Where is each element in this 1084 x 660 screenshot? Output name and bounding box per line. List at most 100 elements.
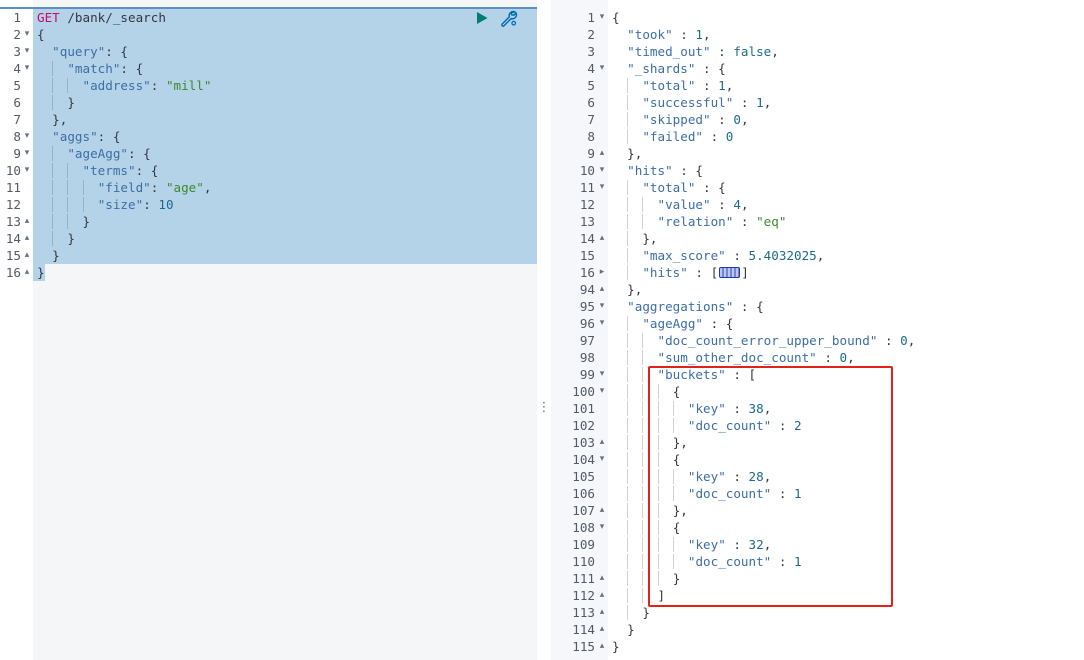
request-editor[interactable]: 1 GET /bank/_search 2 ▾{3 ▾ "query": {4 ▾ "ma… — [0, 0, 537, 660]
code-line[interactable]: 2 ▾ { — [0, 26, 537, 43]
code-line[interactable]: 10 ▾ "terms": { — [0, 162, 537, 179]
fold-end-icon[interactable]: ▴ — [22, 213, 32, 230]
code-content[interactable]: }, — [33, 111, 537, 128]
fold-end-icon[interactable]: ▴ — [597, 604, 607, 621]
code-content[interactable]: } — [608, 570, 680, 587]
code-content[interactable]: "value" : 4, — [608, 196, 749, 213]
fold-end-icon[interactable]: ▴ — [22, 230, 32, 247]
code-line[interactable]: 10 ▾ "hits" : { — [551, 162, 1084, 179]
code-content[interactable]: "timed_out" : false, — [608, 43, 779, 60]
code-line[interactable]: 109 "key" : 32, — [551, 536, 1084, 553]
request-settings-button[interactable] — [499, 9, 518, 27]
code-content[interactable]: }, — [608, 502, 688, 519]
code-line[interactable]: 12 "size": 10 — [0, 196, 537, 213]
fold-collapsed-icon[interactable]: ▸ — [597, 264, 607, 281]
code-content[interactable]: "query": { — [33, 43, 537, 60]
code-content[interactable]: "total" : { — [608, 179, 726, 196]
code-line[interactable]: 96 ▾ "ageAgg" : { — [551, 315, 1084, 332]
code-line[interactable]: 9 ▾ "ageAgg": { — [0, 145, 537, 162]
code-line[interactable]: 111 ▴ } — [551, 570, 1084, 587]
code-line[interactable]: 15 "max_score" : 5.4032025, — [551, 247, 1084, 264]
code-line[interactable]: 1 ▾ { — [551, 9, 1084, 26]
code-content[interactable]: "terms": { — [33, 162, 537, 179]
code-content[interactable]: }, — [608, 145, 642, 162]
code-line[interactable]: 114 ▴ } — [551, 621, 1084, 638]
fold-open-icon[interactable]: ▾ — [597, 162, 607, 179]
panel-resizer[interactable]: ⋮ — [537, 0, 551, 660]
code-content[interactable]: "failed" : 0 — [608, 128, 733, 145]
fold-end-icon[interactable]: ▴ — [22, 264, 32, 281]
code-line[interactable]: 5 "total" : 1, — [551, 77, 1084, 94]
code-line[interactable]: 106 "doc_count" : 1 — [551, 485, 1084, 502]
code-content[interactable]: { — [608, 383, 680, 400]
code-content[interactable]: "buckets" : [ — [608, 366, 756, 383]
code-line[interactable]: 6 } — [0, 94, 537, 111]
fold-end-icon[interactable]: ▴ — [597, 502, 607, 519]
code-content[interactable]: "address": "mill" — [33, 77, 537, 94]
code-content[interactable]: "key" : 32, — [608, 536, 771, 553]
code-line[interactable]: 4 ▾ "match": { — [0, 60, 537, 77]
code-content[interactable]: } — [33, 94, 537, 111]
fold-open-icon[interactable]: ▾ — [597, 383, 607, 400]
code-content[interactable]: "aggs": { — [33, 128, 537, 145]
code-line[interactable]: 95 ▾ "aggregations" : { — [551, 298, 1084, 315]
fold-open-icon[interactable]: ▾ — [22, 145, 32, 162]
collapsed-fold-widget[interactable] — [719, 267, 741, 278]
code-content[interactable]: "successful" : 1, — [608, 94, 771, 111]
code-content[interactable]: "match": { — [33, 60, 537, 77]
fold-end-icon[interactable]: ▴ — [597, 230, 607, 247]
fold-open-icon[interactable]: ▾ — [597, 179, 607, 196]
code-content[interactable]: "doc_count" : 2 — [608, 417, 802, 434]
fold-end-icon[interactable]: ▴ — [597, 587, 607, 604]
code-content[interactable]: { — [608, 451, 680, 468]
fold-open-icon[interactable]: ▾ — [597, 451, 607, 468]
code-content[interactable]: } — [33, 213, 537, 230]
code-content[interactable]: { — [33, 26, 537, 43]
code-content[interactable]: "doc_count" : 1 — [608, 553, 802, 570]
code-content[interactable]: "field": "age", — [33, 179, 537, 196]
code-line[interactable]: 16 ▴} — [0, 264, 537, 281]
fold-end-icon[interactable]: ▴ — [597, 638, 607, 655]
code-content[interactable]: "total" : 1, — [608, 77, 733, 94]
code-content[interactable]: "relation" : "eq" — [608, 213, 786, 230]
code-content[interactable]: { — [608, 519, 680, 536]
code-content[interactable]: "key" : 28, — [608, 468, 771, 485]
code-content[interactable]: ] — [608, 587, 665, 604]
code-line[interactable]: 110 "doc_count" : 1 — [551, 553, 1084, 570]
code-content[interactable]: "doc_count_error_upper_bound" : 0, — [608, 332, 915, 349]
code-line[interactable]: 12 "value" : 4, — [551, 196, 1084, 213]
fold-end-icon[interactable]: ▴ — [597, 434, 607, 451]
code-line[interactable]: 102 "doc_count" : 2 — [551, 417, 1084, 434]
fold-open-icon[interactable]: ▾ — [597, 519, 607, 536]
code-content[interactable]: "doc_count" : 1 — [608, 485, 802, 502]
code-content[interactable]: { — [608, 9, 620, 26]
code-line[interactable]: 2 "took" : 1, — [551, 26, 1084, 43]
code-line[interactable]: 107 ▴ }, — [551, 502, 1084, 519]
code-content[interactable]: } — [608, 621, 635, 638]
code-content[interactable]: }, — [608, 434, 688, 451]
code-line[interactable]: 4 ▾ "_shards" : { — [551, 60, 1084, 77]
code-content[interactable]: }, — [608, 230, 658, 247]
code-content[interactable]: "aggregations" : { — [608, 298, 764, 315]
fold-end-icon[interactable]: ▴ — [22, 247, 32, 264]
code-line[interactable]: 3 ▾ "query": { — [0, 43, 537, 60]
fold-open-icon[interactable]: ▾ — [597, 366, 607, 383]
code-content[interactable]: } — [608, 604, 650, 621]
code-line[interactable]: 14 ▴ } — [0, 230, 537, 247]
code-content[interactable]: "ageAgg": { — [33, 145, 537, 162]
fold-open-icon[interactable]: ▾ — [597, 315, 607, 332]
code-line[interactable]: 101 "key" : 38, — [551, 400, 1084, 417]
fold-open-icon[interactable]: ▾ — [597, 298, 607, 315]
code-line[interactable]: 105 "key" : 28, — [551, 468, 1084, 485]
code-line[interactable]: 11 ▾ "total" : { — [551, 179, 1084, 196]
code-content[interactable]: "key" : 38, — [608, 400, 771, 417]
fold-open-icon[interactable]: ▾ — [597, 9, 607, 26]
code-content[interactable]: GET /bank/_search — [33, 9, 537, 26]
code-content[interactable]: "_shards" : { — [608, 60, 726, 77]
code-line[interactable]: 13 ▴ } — [0, 213, 537, 230]
code-line[interactable]: 9 ▴ }, — [551, 145, 1084, 162]
fold-end-icon[interactable]: ▴ — [597, 145, 607, 162]
code-content[interactable]: } — [608, 638, 620, 655]
code-line[interactable]: 15 ▴ } — [0, 247, 537, 264]
code-content[interactable]: "ageAgg" : { — [608, 315, 733, 332]
